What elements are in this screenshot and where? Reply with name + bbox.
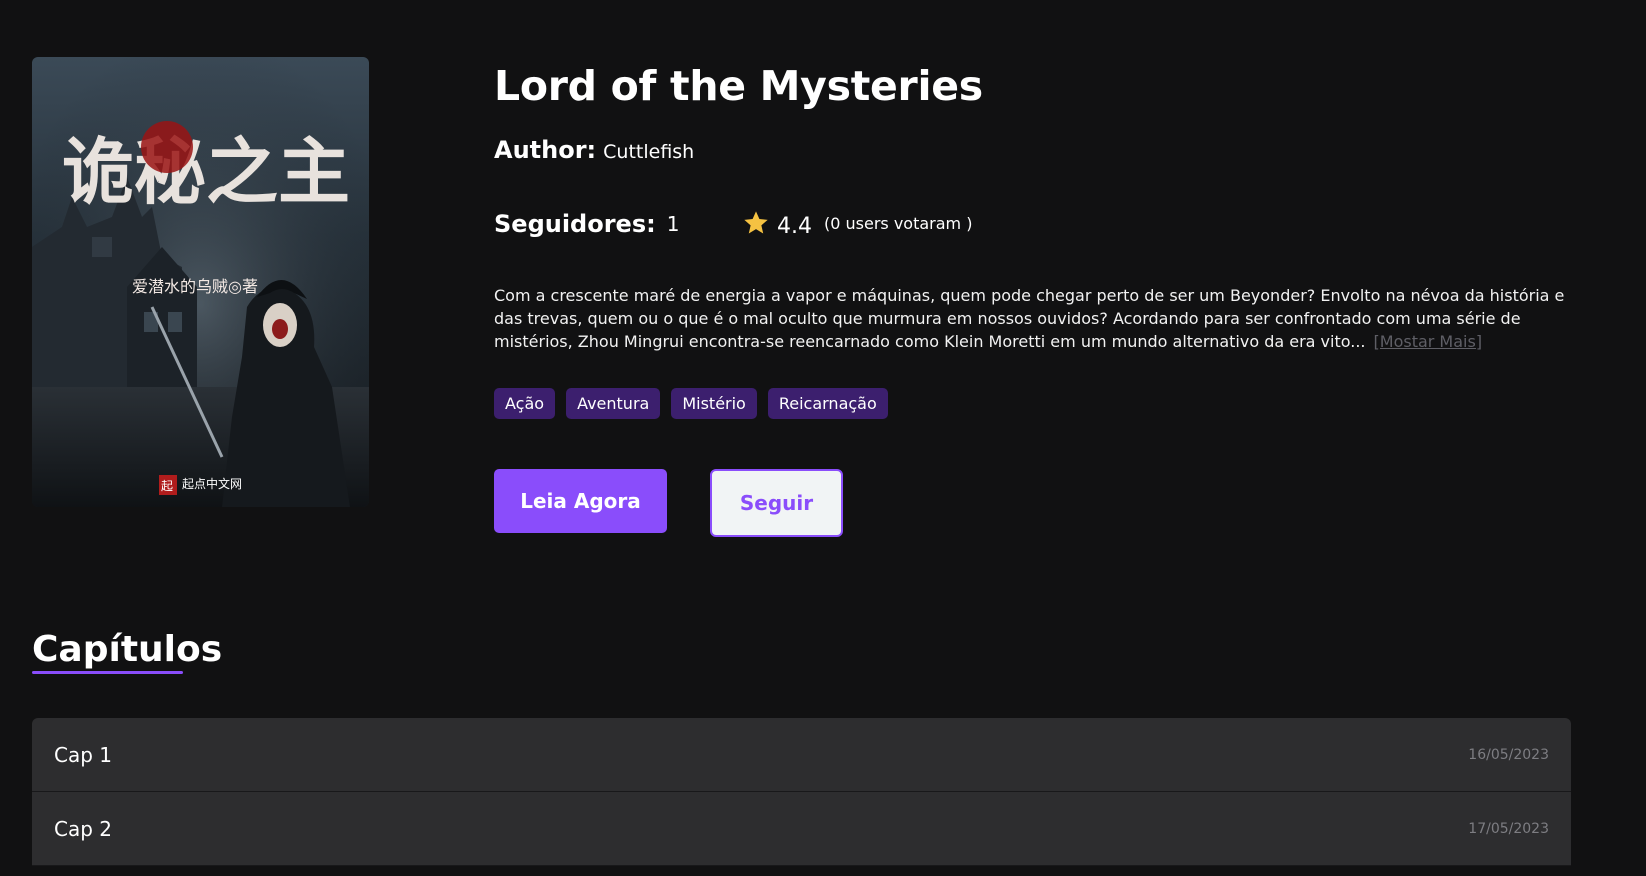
chapter-name: Cap 2 (54, 816, 112, 841)
follow-button[interactable]: Seguir (710, 469, 843, 537)
followers-label: Seguidores: (494, 210, 656, 238)
rating-value: 4.4 (777, 214, 812, 239)
chapters-heading: Capítulos (32, 629, 223, 670)
author-name: Cuttlefish (603, 141, 695, 163)
author-label: Author: (494, 136, 597, 164)
chapter-row[interactable]: Cap 1 16/05/2023 (32, 718, 1571, 792)
tag-misterio[interactable]: Mistério (671, 388, 757, 419)
stats-row: Seguidores: 1 4.4 (0 users votaram ) (494, 210, 972, 239)
novel-page: 诡秘之主 爱潜水的乌贼◎著 起 起点中文网 Lord of the Myster… (0, 0, 1646, 876)
tag-acao[interactable]: Ação (494, 388, 556, 419)
cover-illustration: 诡秘之主 爱潜水的乌贼◎著 起 起点中文网 (32, 57, 369, 507)
cover-image: 诡秘之主 爱潜水的乌贼◎著 起 起点中文网 (32, 57, 369, 507)
cover-publisher: 起点中文网 (182, 476, 242, 491)
tag-aventura[interactable]: Aventura (566, 388, 661, 419)
chapter-row[interactable]: Cap 2 17/05/2023 (32, 792, 1571, 866)
star-icon (744, 210, 768, 233)
novel-title: Lord of the Mysteries (494, 62, 983, 110)
chapter-list: Cap 1 16/05/2023 Cap 2 17/05/2023 (32, 718, 1571, 866)
chapters-underline (32, 671, 183, 674)
author-row: Author: Cuttlefish (494, 136, 1574, 164)
cover-byline: 爱潜水的乌贼◎著 (132, 277, 258, 296)
action-buttons: Leia Agora Seguir (494, 469, 843, 537)
votes-count: (0 users votaram ) (824, 214, 973, 233)
tag-reicarnacao[interactable]: Reicarnação (767, 388, 888, 419)
chapter-date: 16/05/2023 (1468, 746, 1549, 763)
synopsis: Com a crescente maré de energia a vapor … (494, 284, 1574, 353)
chapter-name: Cap 1 (54, 742, 112, 767)
chapter-date: 17/05/2023 (1468, 820, 1549, 837)
novel-info: Lord of the Mysteries Author: Cuttlefish… (494, 58, 1574, 537)
genre-tags: Ação Aventura Mistério Reicarnação (494, 388, 888, 419)
show-more-link[interactable]: [Mostar Mais] (1374, 332, 1483, 351)
read-now-button[interactable]: Leia Agora (494, 469, 667, 533)
cover-calligraphy: 诡秘之主 (62, 129, 350, 214)
publisher-seal: 起 (161, 479, 173, 493)
rating: 4.4 (0 users votaram ) (742, 206, 972, 239)
followers-count: 1 (666, 212, 680, 236)
